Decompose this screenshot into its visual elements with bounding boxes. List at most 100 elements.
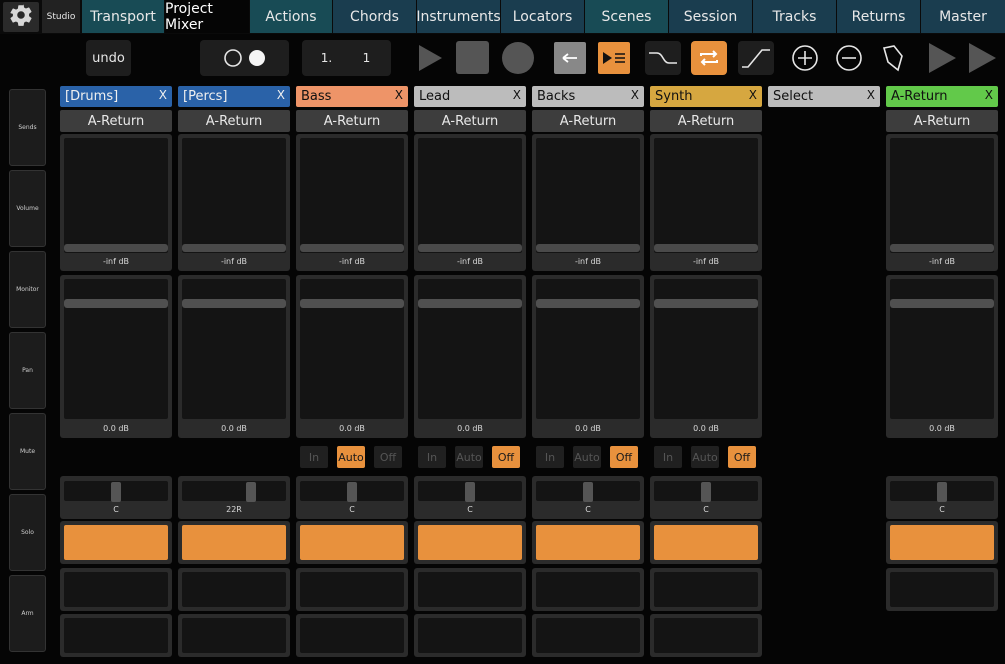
record-button[interactable] <box>498 40 538 76</box>
volume-fader[interactable]: 0.0 dB <box>886 275 998 438</box>
monitor-auto-button[interactable]: Auto <box>455 446 483 468</box>
monitor-off-button[interactable]: Off <box>374 446 402 468</box>
track-header[interactable]: [Drums] X <box>60 86 172 107</box>
volume-fader[interactable]: 0.0 dB <box>296 275 408 438</box>
send-fader-handle[interactable] <box>536 244 640 252</box>
solo-button[interactable] <box>296 568 408 611</box>
send-fader-handle[interactable] <box>182 244 286 252</box>
sidebar-item-pan[interactable]: Pan <box>9 332 46 409</box>
track-header[interactable]: [Percs] X <box>178 86 290 107</box>
solo-button[interactable] <box>886 568 998 611</box>
draw-mode-up-button[interactable] <box>738 41 774 75</box>
tag-button[interactable] <box>873 40 913 76</box>
stop-button[interactable] <box>456 41 489 74</box>
send-fader-handle[interactable] <box>654 244 758 252</box>
tab-locators[interactable]: Locators <box>501 0 584 33</box>
monitor-auto-button[interactable]: Auto <box>573 446 601 468</box>
metronome-toggle[interactable] <box>200 40 289 76</box>
send-selector[interactable]: A-Return <box>650 110 762 132</box>
mute-button[interactable] <box>886 521 998 564</box>
play-button[interactable] <box>410 40 450 76</box>
monitor-in-button[interactable]: In <box>654 446 682 468</box>
undo-button[interactable]: undo <box>86 40 131 76</box>
close-track-button[interactable]: X <box>277 88 285 102</box>
volume-fader-handle[interactable] <box>300 299 404 308</box>
solo-button[interactable] <box>60 568 172 611</box>
tab-session[interactable]: Session <box>669 0 752 33</box>
send-selector[interactable]: A-Return <box>296 110 408 132</box>
studio-button[interactable]: Studio <box>42 0 80 33</box>
send-selector[interactable]: A-Return <box>60 110 172 132</box>
tab-tracks[interactable]: Tracks <box>753 0 836 33</box>
sidebar-item-solo[interactable]: Solo <box>9 494 46 571</box>
monitor-off-button[interactable]: Off <box>728 446 756 468</box>
send-selector[interactable]: A-Return <box>886 110 998 132</box>
solo-button[interactable] <box>532 568 644 611</box>
send-fader-handle[interactable] <box>300 244 404 252</box>
arm-button[interactable] <box>296 614 408 657</box>
send-fader[interactable]: -inf dB <box>296 134 408 271</box>
send-fader[interactable]: -inf dB <box>650 134 762 271</box>
pan-control[interactable]: C <box>414 476 526 519</box>
send-fader[interactable]: -inf dB <box>532 134 644 271</box>
monitor-off-button[interactable]: Off <box>610 446 638 468</box>
close-track-button[interactable]: X <box>395 88 403 102</box>
volume-fader[interactable]: 0.0 dB <box>650 275 762 438</box>
send-fader-handle[interactable] <box>64 244 168 252</box>
send-fader[interactable]: -inf dB <box>60 134 172 271</box>
volume-fader-handle[interactable] <box>64 299 168 308</box>
tab-project-mixer[interactable]: Project Mixer <box>165 0 249 33</box>
pan-control[interactable]: C <box>650 476 762 519</box>
back-to-arrangement-button[interactable] <box>554 42 586 74</box>
pan-knob[interactable] <box>701 482 711 502</box>
remove-button[interactable] <box>829 40 869 76</box>
send-fader[interactable]: -inf dB <box>178 134 290 271</box>
solo-button[interactable] <box>650 568 762 611</box>
pan-knob[interactable] <box>246 482 256 502</box>
sidebar-item-monitor[interactable]: Monitor <box>9 251 46 328</box>
solo-button[interactable] <box>178 568 290 611</box>
pan-knob[interactable] <box>583 482 593 502</box>
send-selector[interactable]: A-Return <box>414 110 526 132</box>
track-header[interactable]: Select X <box>768 86 880 107</box>
send-selector[interactable]: A-Return <box>532 110 644 132</box>
sidebar-item-volume[interactable]: Volume <box>9 170 46 247</box>
track-header[interactable]: Backs X <box>532 86 644 107</box>
arm-button[interactable] <box>414 614 526 657</box>
volume-fader-handle[interactable] <box>890 299 994 308</box>
volume-fader-handle[interactable] <box>182 299 286 308</box>
close-track-button[interactable]: X <box>749 88 757 102</box>
sidebar-item-mute[interactable]: Mute <box>9 413 46 490</box>
mute-button[interactable] <box>60 521 172 564</box>
send-selector[interactable]: A-Return <box>178 110 290 132</box>
close-track-button[interactable]: X <box>513 88 521 102</box>
volume-fader[interactable]: 0.0 dB <box>60 275 172 438</box>
next-track-button[interactable] <box>964 40 1000 76</box>
draw-mode-down-button[interactable] <box>645 41 681 75</box>
pan-knob[interactable] <box>347 482 357 502</box>
next-scene-button[interactable] <box>924 40 960 76</box>
arm-button[interactable] <box>178 614 290 657</box>
tab-actions[interactable]: Actions <box>250 0 332 33</box>
close-track-button[interactable]: X <box>985 88 993 102</box>
tab-chords[interactable]: Chords <box>333 0 416 33</box>
volume-fader[interactable]: 0.0 dB <box>178 275 290 438</box>
close-track-button[interactable]: X <box>867 88 875 102</box>
volume-fader[interactable]: 0.0 dB <box>532 275 644 438</box>
send-fader[interactable]: -inf dB <box>414 134 526 271</box>
sidebar-item-arm[interactable]: Arm <box>9 575 46 652</box>
mute-button[interactable] <box>650 521 762 564</box>
tab-master[interactable]: Master <box>921 0 1005 33</box>
volume-fader-handle[interactable] <box>536 299 640 308</box>
tab-transport[interactable]: Transport <box>82 0 164 33</box>
monitor-in-button[interactable]: In <box>418 446 446 468</box>
pan-control[interactable]: C <box>532 476 644 519</box>
tab-instruments[interactable]: Instruments <box>416 0 501 33</box>
pan-control[interactable]: C <box>60 476 172 519</box>
arm-button[interactable] <box>60 614 172 657</box>
pan-knob[interactable] <box>465 482 475 502</box>
send-fader-handle[interactable] <box>890 244 994 252</box>
track-header[interactable]: Bass X <box>296 86 408 107</box>
mute-button[interactable] <box>532 521 644 564</box>
close-track-button[interactable]: X <box>159 88 167 102</box>
